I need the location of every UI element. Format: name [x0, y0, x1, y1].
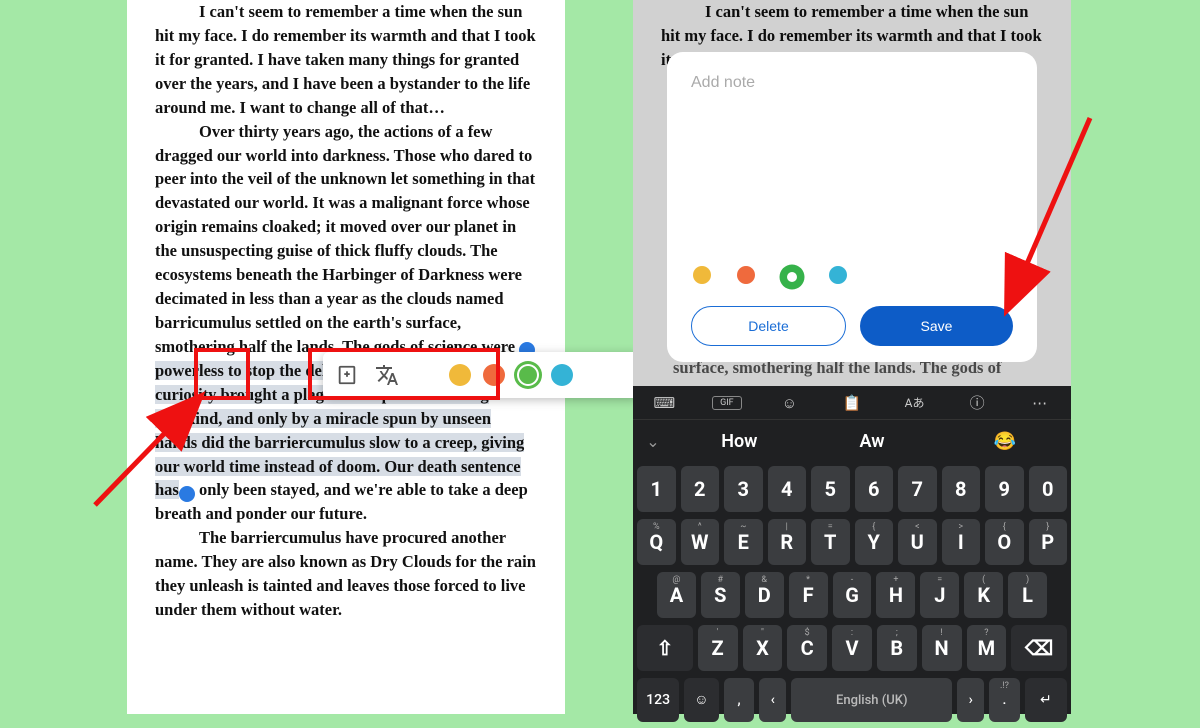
keyboard-toolbar: ⌨ GIF ☺ 📋 Aあ ⓘ ⋯ [633, 386, 1071, 420]
key-3[interactable]: 3 [724, 466, 763, 512]
delete-button[interactable]: Delete [691, 306, 846, 346]
key-0[interactable]: 0 [1029, 466, 1068, 512]
key-7[interactable]: 7 [898, 466, 937, 512]
note-color-row [691, 260, 1013, 306]
key-q[interactable]: %Q [637, 519, 676, 565]
kb-info-icon[interactable]: ⓘ [962, 392, 992, 413]
key-e[interactable]: ~E [724, 519, 763, 565]
key-j[interactable]: =J [920, 572, 959, 618]
callout-box-colors [308, 348, 500, 400]
key-g[interactable]: -G [833, 572, 872, 618]
mode-123-key[interactable]: 123 [637, 678, 679, 722]
save-button[interactable]: Save [860, 306, 1013, 346]
key-1[interactable]: 1 [637, 466, 676, 512]
space-key[interactable]: English (UK) [791, 678, 952, 722]
reader-content: I can't seem to remember a time when the… [127, 0, 565, 622]
key-4[interactable]: 4 [768, 466, 807, 512]
kb-sticker-icon[interactable]: ☺ [774, 394, 804, 412]
period-key[interactable]: .!?. [989, 678, 1020, 722]
key-f[interactable]: *F [789, 572, 828, 618]
key-r[interactable]: |R [768, 519, 807, 565]
lang-prev-key[interactable]: ‹ [759, 678, 786, 722]
emoji-key[interactable]: ☺ [684, 678, 719, 722]
key-k[interactable]: (K [964, 572, 1003, 618]
key-b[interactable]: ;B [877, 625, 917, 671]
key-m[interactable]: ?M [967, 625, 1007, 671]
key-n[interactable]: !N [922, 625, 962, 671]
paragraph-1: I can't seem to remember a time when the… [155, 0, 537, 120]
key-s[interactable]: #S [701, 572, 740, 618]
paragraph-3: The barriercumulus have procured another… [155, 526, 537, 622]
kb-lang-icon[interactable]: Aあ [900, 394, 930, 411]
key-x[interactable]: "X [743, 625, 783, 671]
kb-stickers-icon[interactable]: ⌨ [649, 394, 679, 412]
add-note-modal: Add note Delete Save [667, 52, 1037, 362]
note-color-yellow[interactable] [693, 266, 711, 284]
color-green[interactable] [517, 364, 539, 386]
shift-key[interactable]: ⇧ [637, 625, 693, 671]
key-z[interactable]: 'Z [698, 625, 738, 671]
key-v[interactable]: :V [832, 625, 872, 671]
enter-key[interactable]: ↵ [1025, 678, 1067, 722]
lang-next-key[interactable]: › [957, 678, 984, 722]
keyboard-row-2: %Q^W~E|R=T{Y<U>I{O}P [637, 519, 1067, 565]
key-2[interactable]: 2 [681, 466, 720, 512]
kb-clipboard-icon[interactable]: 📋 [837, 394, 867, 412]
right-phone: I can't seem to remember a time when the… [633, 0, 1071, 714]
keyboard-suggestions: ⌄ How Aw 😂 [633, 420, 1071, 462]
comma-key[interactable]: , [724, 678, 755, 722]
key-p[interactable]: }P [1029, 519, 1068, 565]
key-6[interactable]: 6 [855, 466, 894, 512]
suggest-collapse-icon[interactable]: ⌄ [633, 432, 673, 451]
key-u[interactable]: <U [898, 519, 937, 565]
keyboard-row-4: ⇧ 'Z"X$C:V;B!N?M ⌫ [637, 625, 1067, 671]
key-a[interactable]: @A [657, 572, 696, 618]
paragraph-2: Over thirty years ago, the actions of a … [155, 120, 537, 527]
selection-end-handle[interactable] [179, 486, 195, 502]
suggestion-1[interactable]: How [673, 431, 806, 452]
key-8[interactable]: 8 [942, 466, 981, 512]
suggestion-3[interactable]: 😂 [938, 431, 1071, 452]
key-c[interactable]: $C [787, 625, 827, 671]
color-blue[interactable] [551, 364, 573, 386]
callout-box-note-icon [194, 348, 250, 400]
kb-more-icon[interactable]: ⋯ [1025, 394, 1055, 412]
kb-gif-icon[interactable]: GIF [712, 396, 742, 410]
key-9[interactable]: 9 [985, 466, 1024, 512]
keyboard: ⌨ GIF ☺ 📋 Aあ ⓘ ⋯ ⌄ How Aw 😂 1234567890 %… [633, 386, 1071, 714]
key-t[interactable]: =T [811, 519, 850, 565]
key-l[interactable]: )L [1008, 572, 1047, 618]
key-i[interactable]: >I [942, 519, 981, 565]
key-o[interactable]: {O [985, 519, 1024, 565]
key-d[interactable]: &D [745, 572, 784, 618]
note-color-blue[interactable] [829, 266, 847, 284]
suggestion-2[interactable]: Aw [806, 431, 939, 452]
key-5[interactable]: 5 [811, 466, 850, 512]
key-h[interactable]: +H [876, 572, 915, 618]
keyboard-row-bottom: 123 ☺ , ‹ English (UK) › .!?. ↵ [633, 678, 1071, 728]
note-color-orange[interactable] [737, 266, 755, 284]
keyboard-row-numbers: 1234567890 [637, 466, 1067, 512]
keyboard-row-3: @A#S&D*F-G+H=J(K)L [637, 572, 1067, 618]
key-w[interactable]: ^W [681, 519, 720, 565]
backspace-key[interactable]: ⌫ [1011, 625, 1067, 671]
key-y[interactable]: {Y [855, 519, 894, 565]
note-color-green[interactable] [781, 266, 803, 288]
note-textarea[interactable]: Add note [691, 74, 1013, 260]
